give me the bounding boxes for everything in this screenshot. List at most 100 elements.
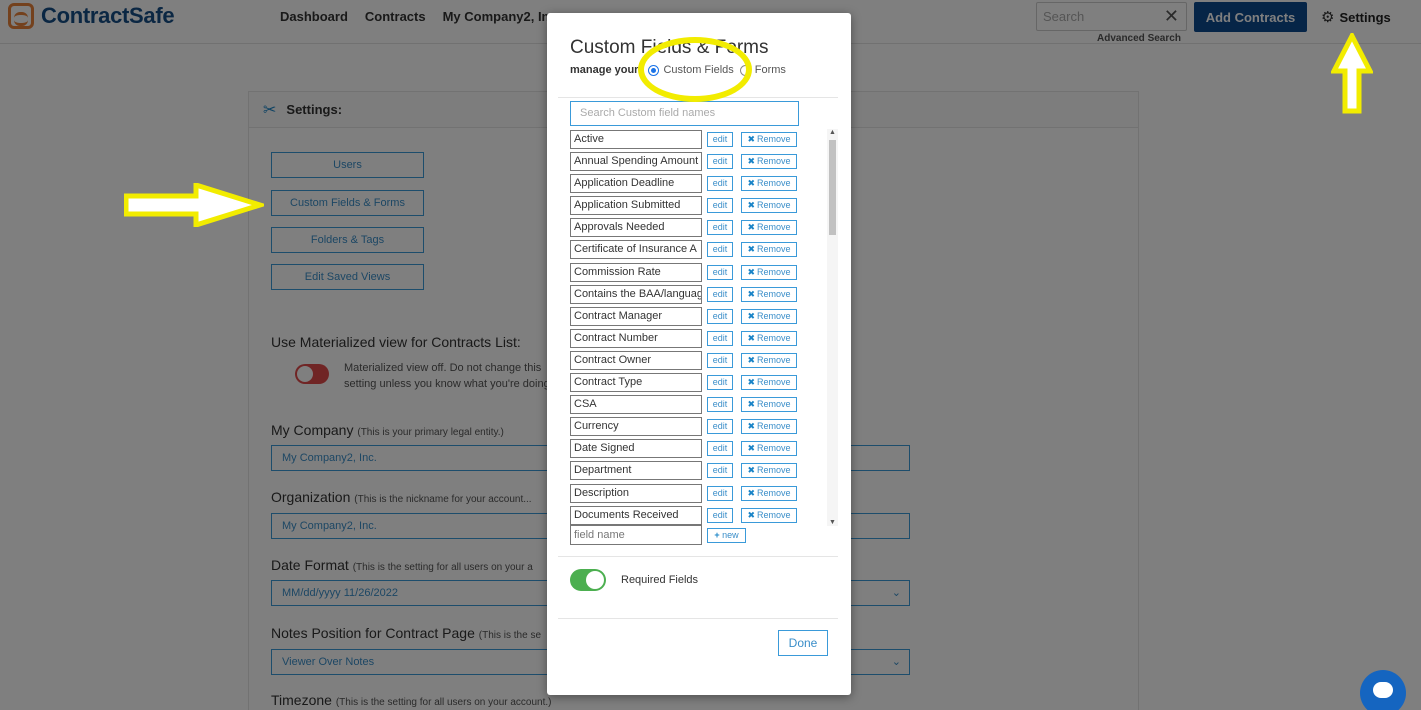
close-icon: ✖ (747, 465, 756, 476)
custom-field-name[interactable]: Commission Rate (570, 262, 702, 282)
remove-button[interactable]: ✖ Remove (741, 132, 797, 147)
edit-button[interactable]: edit (707, 485, 733, 501)
remove-button[interactable]: ✖ Remove (741, 419, 797, 435)
remove-label: Remove (757, 487, 791, 498)
custom-field-name[interactable]: Approvals Needed (570, 218, 702, 238)
close-icon: ✖ (747, 222, 756, 233)
scroll-up-icon[interactable]: ▲ (827, 129, 838, 136)
plus-icon: + (714, 530, 720, 540)
remove-button[interactable]: ✖ Remove (741, 264, 797, 280)
custom-field-name[interactable]: Annual Spending Amount (570, 152, 702, 172)
edit-button[interactable]: edit (707, 441, 733, 457)
remove-label: Remove (757, 200, 791, 211)
new-field-button[interactable]: + new (707, 528, 746, 543)
edit-button[interactable]: edit (707, 308, 733, 324)
custom-field-search-input[interactable]: Search Custom field names (570, 101, 799, 126)
close-icon: ✖ (747, 178, 756, 189)
new-field-input[interactable]: field name (570, 525, 702, 545)
custom-field-name[interactable]: Contract Type (570, 373, 702, 393)
remove-button[interactable]: ✖ Remove (741, 330, 797, 346)
remove-button[interactable]: ✖ Remove (741, 198, 797, 214)
remove-button[interactable]: ✖ Remove (741, 220, 797, 236)
edit-button[interactable]: edit (707, 286, 733, 302)
close-icon: ✖ (747, 134, 756, 144)
close-icon: ✖ (747, 399, 756, 410)
remove-label: Remove (757, 354, 791, 365)
close-icon: ✖ (747, 509, 756, 520)
custom-field-name[interactable]: Department (570, 461, 702, 481)
scroll-thumb[interactable] (829, 140, 836, 235)
custom-field-name[interactable]: Application Submitted (570, 196, 702, 216)
custom-field-name[interactable]: Contract Manager (570, 306, 702, 326)
close-icon: ✖ (747, 354, 756, 365)
edit-button[interactable]: edit (707, 154, 733, 170)
close-icon: ✖ (747, 288, 756, 299)
custom-field-row: Contains the BAA/languag edit ✖ Remove (570, 284, 815, 306)
custom-field-row: Description edit ✖ Remove (570, 483, 815, 505)
modal-divider (558, 618, 838, 619)
remove-label: Remove (757, 399, 791, 410)
remove-button[interactable]: ✖ Remove (741, 507, 797, 523)
remove-button[interactable]: ✖ Remove (741, 485, 797, 501)
edit-button[interactable]: edit (707, 375, 733, 391)
custom-field-row: Date Signed edit ✖ Remove (570, 438, 815, 460)
remove-button[interactable]: ✖ Remove (741, 463, 797, 479)
close-icon: ✖ (747, 310, 756, 321)
done-button[interactable]: Done (778, 630, 828, 656)
remove-label: Remove (757, 244, 791, 255)
edit-button[interactable]: edit (707, 132, 733, 147)
edit-button[interactable]: edit (707, 419, 733, 435)
modal-divider (558, 556, 838, 557)
required-fields-label: Required Fields (621, 574, 699, 586)
remove-label: Remove (757, 421, 791, 432)
custom-field-name[interactable]: Currency (570, 417, 702, 437)
edit-button[interactable]: edit (707, 397, 733, 413)
custom-field-name[interactable]: Application Deadline (570, 174, 702, 194)
edit-button[interactable]: edit (707, 507, 733, 523)
remove-button[interactable]: ✖ Remove (741, 242, 797, 258)
custom-field-name[interactable]: Contains the BAA/languag (570, 284, 702, 304)
custom-field-name[interactable]: Contract Number (570, 328, 702, 348)
custom-field-name[interactable]: Date Signed (570, 439, 702, 459)
remove-button[interactable]: ✖ Remove (741, 308, 797, 324)
scroll-down-icon[interactable]: ▼ (827, 519, 838, 526)
chat-bubble-icon[interactable] (1360, 670, 1406, 710)
close-icon: ✖ (747, 156, 756, 167)
edit-button[interactable]: edit (707, 198, 733, 214)
custom-field-scrollbar[interactable]: ▲ ▼ (827, 129, 838, 526)
custom-field-name[interactable]: Documents Received (570, 505, 702, 525)
edit-button[interactable]: edit (707, 264, 733, 280)
custom-field-row: Department edit ✖ Remove (570, 460, 815, 482)
custom-field-row: Contract Type edit ✖ Remove (570, 372, 815, 394)
remove-button[interactable]: ✖ Remove (741, 375, 797, 391)
remove-button[interactable]: ✖ Remove (741, 154, 797, 170)
edit-button[interactable]: edit (707, 330, 733, 346)
new-field-label: new (722, 530, 739, 540)
remove-label: Remove (757, 288, 791, 299)
custom-field-list: Active edit ✖ Remove Annual Spending Amount e… (570, 129, 815, 526)
remove-button[interactable]: ✖ Remove (741, 286, 797, 302)
close-icon: ✖ (747, 266, 756, 277)
required-fields-toggle[interactable] (570, 569, 606, 591)
custom-field-name[interactable]: CSA (570, 395, 702, 415)
edit-button[interactable]: edit (707, 176, 733, 192)
edit-button[interactable]: edit (707, 242, 733, 258)
custom-field-name[interactable]: Certificate of Insurance A (570, 240, 702, 260)
remove-button[interactable]: ✖ Remove (741, 397, 797, 413)
remove-button[interactable]: ✖ Remove (741, 441, 797, 457)
edit-button[interactable]: edit (707, 220, 733, 236)
custom-field-row: Contract Owner edit ✖ Remove (570, 350, 815, 372)
remove-button[interactable]: ✖ Remove (741, 176, 797, 192)
remove-label: Remove (757, 465, 791, 476)
remove-label: Remove (757, 266, 791, 277)
custom-field-name[interactable]: Description (570, 483, 702, 503)
custom-field-row: Annual Spending Amount edit ✖ Remove (570, 151, 815, 173)
edit-button[interactable]: edit (707, 463, 733, 479)
remove-button[interactable]: ✖ Remove (741, 352, 797, 368)
custom-field-name[interactable]: Active (570, 130, 702, 149)
close-icon: ✖ (747, 200, 756, 211)
forms-radio-label[interactable]: Forms (755, 64, 786, 76)
edit-button[interactable]: edit (707, 352, 733, 368)
custom-field-name[interactable]: Contract Owner (570, 350, 702, 370)
close-icon: ✖ (747, 244, 756, 255)
